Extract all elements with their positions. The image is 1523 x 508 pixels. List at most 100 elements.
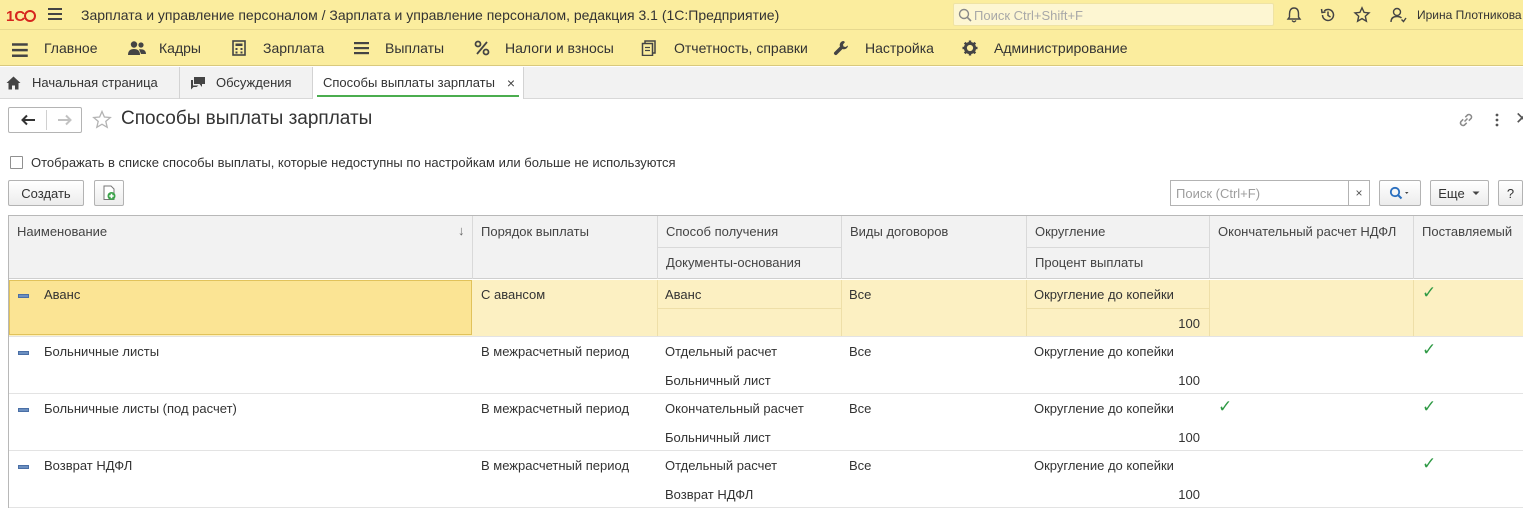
people-icon: [128, 41, 146, 55]
cell-name: Больничные листы (под расчет): [44, 401, 237, 416]
catalog-item-icon: [18, 294, 29, 298]
tab-payment-methods-label: Способы выплаты зарплаты: [323, 75, 495, 90]
table-row[interactable]: Возврат НДФЛ В межрасчетный период Отдельн…: [9, 451, 1523, 508]
cell-percent: 100: [1178, 373, 1200, 388]
open-tabs-bar: Начальная страница Обсуждения Способы вы…: [0, 67, 1523, 99]
help-button[interactable]: ?: [1498, 180, 1523, 206]
cell-method: Отдельный расчет: [665, 344, 778, 359]
table-row[interactable]: Аванс С авансом Аванс Все Округление до копе…: [9, 280, 1523, 337]
form-close-icon[interactable]: ✕: [1515, 109, 1523, 129]
forward-button[interactable]: [46, 108, 83, 132]
home-icon: [6, 76, 21, 90]
column-header-name[interactable]: Наименование ↓: [9, 216, 473, 279]
column-basis-docs-label: Документы-основания: [666, 255, 801, 270]
tab-discussions-label: Обсуждения: [216, 75, 292, 90]
global-search-input[interactable]: Поиск Ctrl+Shift+F: [953, 3, 1274, 26]
column-header-order[interactable]: Порядок выплаты: [473, 216, 658, 279]
column-header-method[interactable]: Способ получения Документы-основания: [658, 216, 842, 279]
cell-rounding: Округление до копейки: [1034, 287, 1174, 302]
show-unavailable-label[interactable]: Отображать в списке способы выплаты, кот…: [31, 155, 676, 170]
back-button[interactable]: [9, 108, 46, 132]
section-hr[interactable]: Кадры: [127, 30, 207, 66]
cell-name: Больничные листы: [44, 344, 160, 359]
cell-percent: 100: [1178, 316, 1200, 331]
catalog-item-icon: [18, 465, 29, 469]
section-salary[interactable]: Зарплата: [232, 30, 332, 66]
arrow-left-icon: [20, 114, 35, 126]
cell-separator: [1413, 280, 1414, 336]
link-icon[interactable]: [1457, 111, 1475, 129]
more-button[interactable]: Еще: [1430, 180, 1489, 206]
section-main-label: Главное: [44, 40, 98, 56]
tab-close-icon[interactable]: ×: [507, 75, 515, 91]
tab-payment-methods[interactable]: Способы выплаты зарплаты ×: [313, 67, 524, 99]
cell-rounding: Округление до копейки: [1034, 401, 1174, 416]
cell-order: В межрасчетный период: [481, 344, 630, 359]
search-button[interactable]: [1379, 180, 1421, 206]
svg-text:1С: 1С: [6, 8, 25, 24]
create-button[interactable]: Создать: [8, 180, 84, 206]
page-title: Способы выплаты зарплаты: [121, 108, 373, 129]
cell-order: В межрасчетный период: [481, 458, 630, 473]
user-name[interactable]: Ирина Плотникова: [1417, 8, 1522, 22]
catalog-item-icon: [18, 408, 29, 412]
section-main[interactable]: Главное: [12, 30, 102, 66]
list-search-field[interactable]: [1171, 181, 1349, 205]
search-icon: [1389, 186, 1409, 200]
column-supplied-label: Поставляемый: [1422, 224, 1513, 239]
arrow-right-icon: [57, 114, 72, 126]
payment-methods-table: Наименование ↓ Порядок выплаты Способ по…: [8, 215, 1523, 508]
section-taxes-label: Налоги и взносы: [505, 40, 614, 56]
supplied-check-icon: ✓: [1422, 454, 1437, 473]
create-copy-button[interactable]: [94, 180, 124, 206]
column-name-label: Наименование: [17, 224, 108, 239]
column-rounding-label: Округление: [1035, 224, 1106, 239]
reports-icon: [641, 40, 656, 56]
section-payments[interactable]: Выплаты: [354, 30, 454, 66]
more-vertical-icon[interactable]: [1492, 111, 1502, 129]
supplied-check-icon: ✓: [1422, 283, 1437, 302]
tab-discussions[interactable]: Обсуждения: [180, 67, 313, 99]
search-icon: [958, 8, 972, 22]
table-row[interactable]: Больничные листы В межрасчетный период Отд…: [9, 337, 1523, 394]
table-row[interactable]: Больничные листы (под расчет) В межрасчет…: [9, 394, 1523, 451]
column-header-basis-docs[interactable]: Документы-основания: [658, 247, 841, 279]
tab-home-label: Начальная страница: [32, 75, 158, 90]
column-header-supplied[interactable]: Поставляемый: [1414, 216, 1523, 279]
cell-separator: [658, 308, 841, 309]
logo-1c-icon[interactable]: 1С: [6, 6, 36, 24]
column-order-label: Порядок выплаты: [481, 224, 589, 239]
gear-icon: [962, 40, 978, 56]
column-header-rounding[interactable]: Округление Процент выплаты: [1027, 216, 1210, 279]
global-search-placeholder: Поиск Ctrl+Shift+F: [974, 8, 1083, 23]
history-icon[interactable]: [1319, 6, 1337, 24]
burger-icon: [12, 43, 28, 57]
cell-percent: 100: [1178, 430, 1200, 445]
column-header-percent[interactable]: Процент выплаты: [1027, 247, 1209, 279]
cell-separator: [1209, 280, 1210, 336]
show-unavailable-checkbox[interactable]: [10, 156, 23, 169]
favorite-star-icon[interactable]: [92, 110, 112, 130]
tab-home[interactable]: Начальная страница: [0, 67, 180, 99]
calculator-icon: [232, 40, 246, 56]
section-settings[interactable]: Настройка: [833, 30, 943, 66]
section-reports[interactable]: Отчетность, справки: [641, 30, 811, 66]
column-final-ndfl-label: Окончательный расчет НДФЛ: [1218, 224, 1397, 239]
search-clear-button[interactable]: ×: [1348, 180, 1370, 206]
title-bar: 1С Зарплата и управление персоналом / За…: [0, 0, 1523, 30]
table-header: Наименование ↓ Порядок выплаты Способ по…: [9, 216, 1523, 279]
cell-name: Аванс: [44, 287, 81, 302]
column-header-contract-types[interactable]: Виды договоров: [842, 216, 1027, 279]
cell-percent: 100: [1178, 487, 1200, 502]
column-contract-types-label: Виды договоров: [850, 224, 949, 239]
favorites-star-icon[interactable]: [1353, 6, 1371, 24]
section-administration[interactable]: Администрирование: [962, 30, 1132, 66]
cell-rounding: Округление до копейки: [1034, 344, 1174, 359]
menu-icon[interactable]: [48, 8, 62, 20]
more-button-label: Еще: [1438, 185, 1465, 201]
column-header-final-ndfl[interactable]: Окончательный расчет НДФЛ: [1210, 216, 1414, 279]
bell-icon[interactable]: [1285, 6, 1303, 24]
list-search-input[interactable]: [1170, 180, 1349, 206]
section-taxes[interactable]: Налоги и взносы: [474, 30, 624, 66]
user-icon[interactable]: [1389, 6, 1407, 24]
